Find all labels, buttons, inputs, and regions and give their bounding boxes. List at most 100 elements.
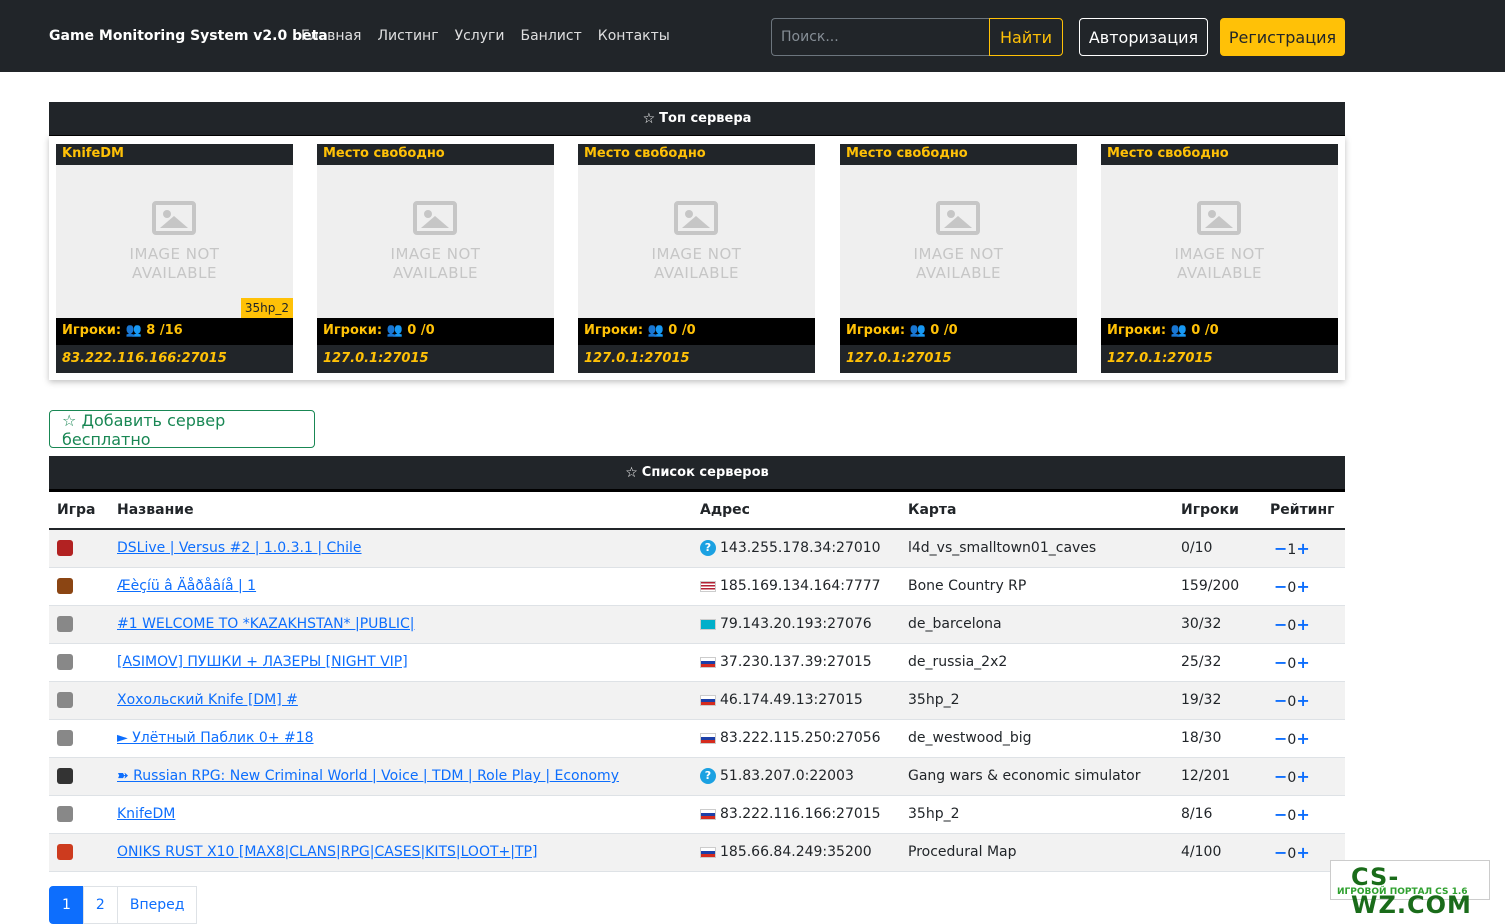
- card-address[interactable]: 127.0.1:27015: [317, 345, 554, 373]
- plus-icon[interactable]: +: [1296, 805, 1309, 824]
- plus-icon[interactable]: +: [1296, 653, 1309, 672]
- plus-icon[interactable]: +: [1296, 577, 1309, 596]
- mta-icon: [57, 768, 73, 784]
- rating-value: 0: [1287, 655, 1297, 672]
- server-image-placeholder: IMAGE NOT AVAILABLE: [578, 165, 815, 318]
- server-name-link[interactable]: ONIKS RUST X10 [MAX8|CLANS|RPG|CASES|KIT…: [117, 844, 537, 860]
- server-name-link[interactable]: Хохольский Knife [DM] #: [117, 692, 298, 708]
- card-server-name[interactable]: KnifeDM: [56, 144, 293, 165]
- rust-icon: [57, 844, 73, 860]
- players-cell: 12/201: [1173, 757, 1262, 796]
- card-server-name[interactable]: Место свободно: [1101, 144, 1338, 165]
- server-image-placeholder: IMAGE NOT AVAILABLE 35hp_2: [56, 165, 293, 318]
- minus-icon[interactable]: −: [1274, 729, 1287, 748]
- plus-icon[interactable]: +: [1296, 615, 1309, 634]
- minus-icon[interactable]: −: [1274, 539, 1287, 558]
- plus-icon[interactable]: +: [1296, 539, 1309, 558]
- server-name-link[interactable]: KnifeDM: [117, 806, 175, 822]
- game-cell: [49, 529, 109, 568]
- card-server-name[interactable]: Место свободно: [317, 144, 554, 165]
- top-server-card[interactable]: Место свободно IMAGE NOT AVAILABLE Игроки…: [317, 144, 554, 373]
- col-map[interactable]: Карта: [900, 491, 1173, 530]
- minus-icon[interactable]: −: [1274, 653, 1287, 672]
- flag-ru-icon: [700, 846, 716, 858]
- card-address[interactable]: 127.0.1:27015: [1101, 345, 1338, 373]
- image-icon: [1197, 201, 1241, 235]
- login-button[interactable]: Авторизация: [1079, 18, 1208, 56]
- col-players[interactable]: Игроки: [1173, 491, 1262, 530]
- server-address: 143.255.178.34:27010: [720, 540, 881, 557]
- page-2[interactable]: 2: [82, 886, 118, 924]
- card-server-name[interactable]: Место свободно: [578, 144, 815, 165]
- search-input[interactable]: [771, 18, 989, 56]
- server-name-link[interactable]: ► Улётный Паблик 0+ #18: [117, 730, 314, 746]
- nav-link-listing[interactable]: Листинг: [377, 28, 438, 44]
- card-server-name[interactable]: Место свободно: [840, 144, 1077, 165]
- brand-title[interactable]: Game Monitoring System v2.0 beta: [49, 28, 328, 44]
- top-server-card[interactable]: KnifeDM IMAGE NOT AVAILABLE 35hp_2 Игроки…: [56, 144, 293, 373]
- nav-link-home[interactable]: Главная: [301, 28, 361, 44]
- minus-icon[interactable]: −: [1274, 615, 1287, 634]
- minus-icon[interactable]: −: [1274, 691, 1287, 710]
- minus-icon[interactable]: −: [1274, 767, 1287, 786]
- rating-cell: −0+: [1262, 681, 1345, 720]
- minus-icon[interactable]: −: [1274, 577, 1287, 596]
- server-name-link[interactable]: #1 WELCOME TO *KAZAKHSTAN* |PUBLIC|: [117, 616, 414, 632]
- map-badge: 35hp_2: [240, 298, 293, 318]
- register-button[interactable]: Регистрация: [1220, 18, 1345, 56]
- server-address: 185.66.84.249:35200: [720, 844, 872, 860]
- name-cell: [ASIMOV] ПУШКИ + ЛАЗЕРЫ [NIGHT VIP]: [109, 643, 692, 682]
- card-address[interactable]: 127.0.1:27015: [578, 345, 815, 373]
- plus-icon[interactable]: +: [1296, 729, 1309, 748]
- col-name[interactable]: Название: [109, 491, 692, 530]
- page-next[interactable]: Вперед: [116, 886, 198, 924]
- game-cell: [49, 605, 109, 644]
- plus-icon[interactable]: +: [1296, 691, 1309, 710]
- table-row: KnifeDM 83.222.116.166:27015 35hp_2 8/16 −0+: [49, 795, 1345, 834]
- cs-icon: [57, 692, 73, 708]
- cs-icon: [57, 730, 73, 746]
- pagination: 1 2 Вперед: [49, 886, 198, 924]
- image-icon: [936, 201, 980, 235]
- table-row: Æèçíü â Äåðåâíå | 1 185.169.134.164:7777 B…: [49, 567, 1345, 606]
- server-list-header: ☆ Список серверов: [49, 456, 1345, 492]
- users-icon: 👥: [909, 323, 926, 338]
- server-image-placeholder: IMAGE NOT AVAILABLE: [317, 165, 554, 318]
- server-name-link[interactable]: ➽ Russian RPG: New Criminal World | Voic…: [117, 768, 619, 784]
- address-cell: 37.230.137.39:27015: [692, 643, 900, 682]
- page-1[interactable]: 1: [49, 886, 84, 924]
- nav-link-services[interactable]: Услуги: [455, 28, 505, 44]
- rating-cell: −0+: [1262, 643, 1345, 682]
- top-server-card[interactable]: Место свободно IMAGE NOT AVAILABLE Игроки…: [840, 144, 1077, 373]
- plus-icon[interactable]: +: [1296, 843, 1309, 862]
- card-address[interactable]: 127.0.1:27015: [840, 345, 1077, 373]
- top-server-card[interactable]: Место свободно IMAGE NOT AVAILABLE Игроки…: [578, 144, 815, 373]
- map-cell: de_russia_2x2: [900, 643, 1173, 682]
- nav-link-banlist[interactable]: Банлист: [521, 28, 582, 44]
- col-rating[interactable]: Рейтинг: [1262, 491, 1345, 530]
- server-name-link[interactable]: [ASIMOV] ПУШКИ + ЛАЗЕРЫ [NIGHT VIP]: [117, 654, 408, 670]
- players-cell: 0/10: [1173, 529, 1262, 568]
- players-cell: 159/200: [1173, 567, 1262, 606]
- rating-value: 0: [1287, 617, 1297, 634]
- server-list-title: Список серверов: [641, 465, 769, 480]
- plus-icon[interactable]: +: [1296, 767, 1309, 786]
- top-server-card[interactable]: Место свободно IMAGE NOT AVAILABLE Игроки…: [1101, 144, 1338, 373]
- table-row: ONIKS RUST X10 [MAX8|CLANS|RPG|CASES|KIT…: [49, 833, 1345, 872]
- rating-cell: −0+: [1262, 605, 1345, 644]
- nav-link-contacts[interactable]: Контакты: [598, 28, 670, 44]
- col-address[interactable]: Адрес: [692, 491, 900, 530]
- card-address[interactable]: 83.222.116.166:27015: [56, 345, 293, 373]
- game-cell: [49, 833, 109, 872]
- server-name-link[interactable]: DSLive | Versus #2 | 1.0.3.1 | Chile: [117, 540, 362, 556]
- col-game[interactable]: Игра: [49, 491, 109, 530]
- search-button[interactable]: Найти: [989, 18, 1063, 56]
- star-icon: ☆: [642, 110, 656, 127]
- samp-icon: [57, 578, 73, 594]
- server-name-link[interactable]: Æèçíü â Äåðåâíå | 1: [117, 578, 256, 594]
- minus-icon[interactable]: −: [1274, 843, 1287, 862]
- add-server-button[interactable]: ☆ Добавить сервер бесплатно: [49, 410, 315, 449]
- minus-icon[interactable]: −: [1274, 805, 1287, 824]
- image-not-available-text: IMAGE NOT AVAILABLE: [1174, 245, 1265, 282]
- rating-value: 1: [1287, 541, 1297, 558]
